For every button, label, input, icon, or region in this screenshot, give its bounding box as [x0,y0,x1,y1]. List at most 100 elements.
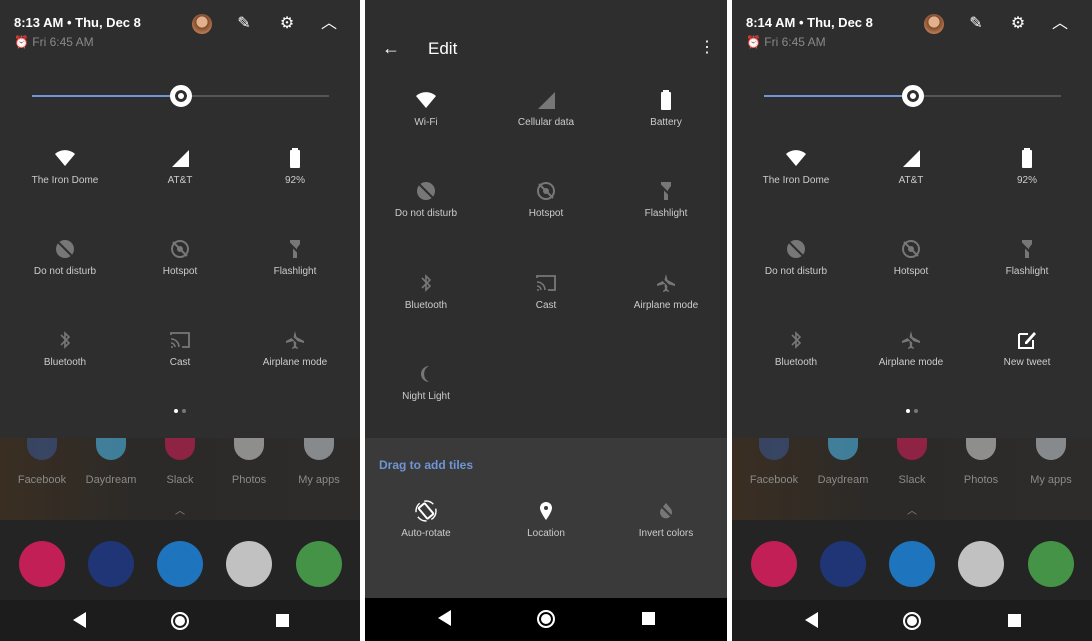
app-daydream[interactable]: Daydream [808,438,878,486]
app-facebook[interactable]: Facebook [7,438,77,486]
tile-at-t[interactable]: AT&T [851,147,971,186]
tile-label: Location [527,528,565,539]
tile-cellular-data[interactable]: Cellular data [486,89,606,128]
tile-airplane-mode[interactable]: Airplane mode [606,272,726,311]
tile-hotspot[interactable]: Hotspot [851,238,971,277]
brightness-thumb-icon[interactable] [169,85,192,107]
messenger-app-icon[interactable] [157,541,203,587]
airplane-icon [902,331,920,349]
edit-tiles-panel: ← Edit ⋮ Wi-Fi Cellular data Battery Do not… [365,0,727,641]
tile-bluetooth[interactable]: Bluetooth [736,329,856,368]
flashlight-icon [658,182,674,200]
tile-battery[interactable]: Battery [606,89,726,128]
tile-wi-fi[interactable]: Wi-Fi [366,89,486,128]
tile-flashlight[interactable]: Flashlight [606,180,726,219]
tile-do-not-disturb[interactable]: Do not disturb [366,180,486,219]
tile-invert-colors[interactable]: Invert colors [606,500,726,539]
tile-bluetooth[interactable]: Bluetooth [366,272,486,311]
more-options-icon[interactable]: ⋮ [697,38,717,58]
recents-icon[interactable] [642,612,655,625]
tile-flashlight[interactable]: Flashlight [235,238,355,277]
collapse-chevron-up-icon[interactable]: ︿ [1050,14,1070,34]
quick-settings-panel: 8:13 AM • Thu, Dec 8 ⏰ Fri 6:45 AM ✎ ⚙ ︿… [0,0,360,641]
flashlight-icon [287,240,303,258]
chrome-app-icon[interactable] [296,541,342,587]
gmail-app-icon[interactable] [226,541,272,587]
tile-bluetooth[interactable]: Bluetooth [5,329,125,368]
tile-hotspot[interactable]: Hotspot [486,180,606,219]
tile-the-iron-dome[interactable]: The Iron Dome [736,147,856,186]
app-daydream[interactable]: Daydream [76,438,146,486]
drag-to-add-label: Drag to add tiles [379,458,474,472]
app-slack[interactable]: Slack [877,438,947,486]
edit-pencil-icon[interactable]: ✎ [966,14,986,34]
app-photos[interactable]: Photos [946,438,1016,486]
tile-hotspot[interactable]: Hotspot [120,238,240,277]
hotspot-icon [902,240,920,258]
back-icon[interactable] [73,612,86,628]
recents-icon[interactable] [276,614,289,627]
gmail-app-icon[interactable] [958,541,1004,587]
wifi-icon [55,150,75,166]
edit-pencil-icon[interactable]: ✎ [234,14,254,34]
tile-label: New tweet [1003,357,1051,368]
user-avatar[interactable] [192,14,212,34]
messages-app-icon[interactable] [820,541,866,587]
tile-do-not-disturb[interactable]: Do not disturb [736,238,856,277]
tile-do-not-disturb[interactable]: Do not disturb [5,238,125,277]
tile-airplane-mode[interactable]: Airplane mode [235,329,355,368]
tile-flashlight[interactable]: Flashlight [967,238,1087,277]
home-screen-apps: Facebook Daydream Slack Photos My apps ︿ [732,438,1092,520]
home-icon[interactable] [537,610,555,628]
next-alarm[interactable]: ⏰ Fri 6:45 AM [14,35,94,49]
hotspot-icon [171,240,189,258]
app-facebook[interactable]: Facebook [739,438,809,486]
tile-new-tweet[interactable]: New tweet [967,329,1087,368]
tile-label: 92% [1016,175,1037,186]
brightness-slider[interactable] [32,85,329,107]
tile-92-[interactable]: 92% [235,147,355,186]
back-arrow-icon[interactable]: ← [381,38,401,58]
settings-gear-icon[interactable]: ⚙ [277,14,297,34]
tile-92-[interactable]: 92% [967,147,1087,186]
tile-auto-rotate[interactable]: Auto-rotate [366,500,486,539]
messages-app-icon[interactable] [88,541,134,587]
app-my-apps[interactable]: My apps [1016,438,1086,486]
app-icon [165,438,195,460]
tile-airplane-mode[interactable]: Airplane mode [851,329,971,368]
messenger-app-icon[interactable] [889,541,935,587]
flamingo-app-icon[interactable] [751,541,797,587]
app-drawer-chevron-icon[interactable]: ︿ [175,502,185,517]
tile-the-iron-dome[interactable]: The Iron Dome [5,147,125,186]
tile-location[interactable]: Location [486,500,606,539]
tile-night-light[interactable]: Night Light [366,363,486,402]
user-avatar[interactable] [924,14,944,34]
back-icon[interactable] [438,610,451,626]
app-photos[interactable]: Photos [214,438,284,486]
app-drawer-chevron-icon[interactable]: ︿ [907,502,917,517]
collapse-chevron-up-icon[interactable]: ︿ [319,14,339,34]
next-alarm[interactable]: ⏰ Fri 6:45 AM [746,35,826,49]
dnd-icon [787,240,805,258]
tile-cast[interactable]: Cast [486,272,606,311]
brightness-slider[interactable] [764,85,1061,107]
tile-label: Battery [650,117,682,128]
tile-cast[interactable]: Cast [120,329,240,368]
settings-gear-icon[interactable]: ⚙ [1008,14,1028,34]
app-icon [1036,438,1066,460]
cellular-icon [538,92,555,109]
flamingo-app-icon[interactable] [19,541,65,587]
brightness-thumb-icon[interactable] [901,85,924,107]
chrome-app-icon[interactable] [1028,541,1074,587]
app-my-apps[interactable]: My apps [284,438,354,486]
app-slack[interactable]: Slack [145,438,215,486]
home-icon[interactable] [903,612,921,630]
navigation-bar [0,600,360,641]
back-icon[interactable] [805,612,818,628]
invert-icon [658,503,674,519]
tile-at-t[interactable]: AT&T [120,147,240,186]
home-icon[interactable] [171,612,189,630]
tile-label: Airplane mode [262,357,328,368]
clock-date: 8:14 AM • Thu, Dec 8 [746,15,873,30]
recents-icon[interactable] [1008,614,1021,627]
